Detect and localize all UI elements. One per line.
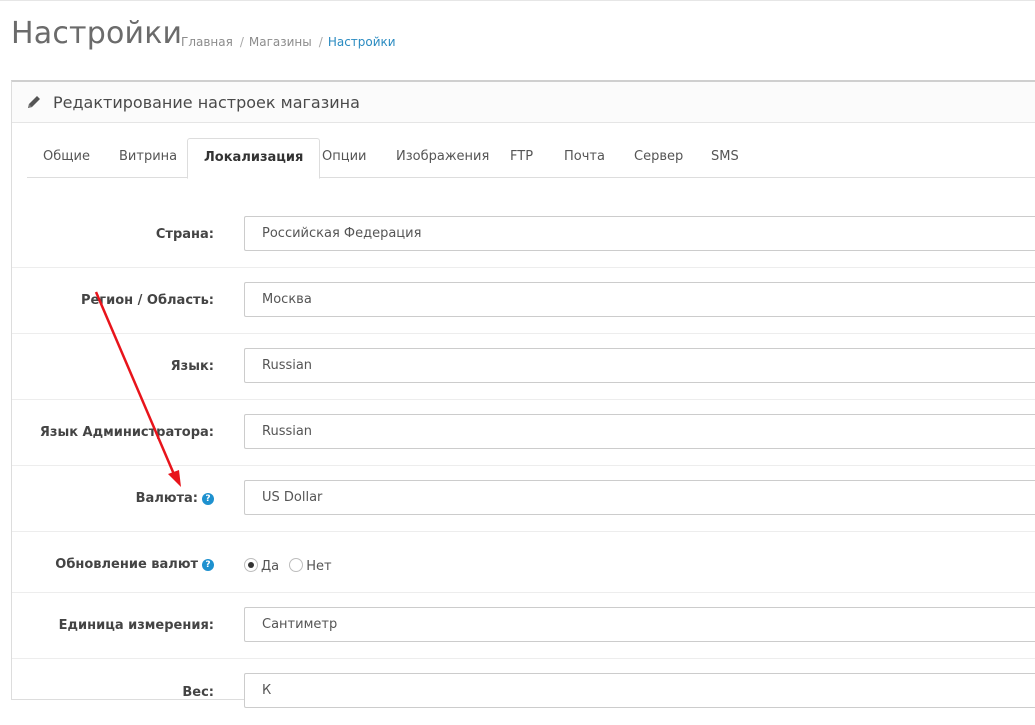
radio-yes[interactable] [244, 558, 258, 572]
page-title: Настройки [11, 16, 183, 51]
currency-update-radio-group: Да Нет [244, 558, 338, 574]
radio-yes-label[interactable]: Да [261, 559, 279, 574]
radio-no[interactable] [289, 558, 304, 572]
form-row-weight: Вес: К [12, 659, 1035, 725]
tab-localization[interactable]: Локализация [187, 138, 321, 179]
breadcrumb: Главная / Магазины / Настройки [181, 35, 398, 49]
form-row-country: Страна: Российская Федерация [12, 202, 1035, 268]
tab-ftp[interactable]: FTP [494, 138, 549, 178]
currency-update-label: Обновление валют? [55, 557, 214, 572]
settings-tabs: Общие Витрина Локализация Опции Изображе… [27, 138, 1035, 179]
country-select[interactable]: Российская Федерация [244, 216, 1035, 251]
currency-label-text: Валюта: [135, 491, 198, 506]
tab-mail[interactable]: Почта [548, 138, 621, 178]
form-row-currency: Валюта:? US Dollar [12, 466, 1035, 532]
breadcrumb-stores[interactable]: Магазины [249, 35, 312, 49]
form-row-admin-language: Язык Администратора: Russian [12, 400, 1035, 466]
tab-storefront[interactable]: Витрина [103, 138, 193, 178]
breadcrumb-settings[interactable]: Настройки [328, 35, 396, 49]
region-select[interactable]: Москва [244, 282, 1035, 317]
tab-server[interactable]: Сервер [618, 138, 699, 178]
language-label: Язык: [170, 359, 214, 374]
panel-heading: Редактирование настроек магазина [12, 82, 1035, 123]
radio-no-label[interactable]: Нет [306, 559, 331, 574]
admin-language-label: Язык Администратора: [39, 425, 214, 440]
tab-general[interactable]: Общие [27, 138, 106, 178]
currency-update-label-text: Обновление валют [55, 557, 198, 572]
breadcrumb-separator: / [318, 35, 323, 49]
help-icon[interactable]: ? [202, 493, 214, 505]
pencil-icon [28, 96, 40, 108]
length-unit-label: Единица измерения: [58, 618, 214, 633]
panel-title: Редактирование настроек магазина [53, 93, 360, 112]
form-row-currency-update: Обновление валют? Да Нет [12, 532, 1035, 593]
weight-select[interactable]: К [244, 673, 1035, 708]
weight-label: Вес: [182, 685, 214, 700]
form-row-length-unit: Единица измерения: Сантиметр [12, 593, 1035, 659]
tab-options[interactable]: Опции [306, 138, 382, 178]
length-unit-select[interactable]: Сантиметр [244, 607, 1035, 642]
currency-label: Валюта:? [136, 491, 214, 506]
settings-panel: Редактирование настроек магазина Общие В… [11, 80, 1035, 708]
top-border [0, 0, 1035, 1]
form-row-region: Регион / Область: Москва [12, 268, 1035, 334]
form-row-language: Язык: Russian [12, 334, 1035, 400]
admin-language-select[interactable]: Russian [244, 414, 1035, 449]
country-label: Страна: [155, 227, 214, 242]
help-icon[interactable]: ? [202, 559, 214, 571]
tab-sms[interactable]: SMS [695, 138, 755, 178]
region-label: Регион / Область: [80, 293, 214, 308]
currency-select[interactable]: US Dollar [244, 480, 1035, 515]
language-select[interactable]: Russian [244, 348, 1035, 383]
breadcrumb-home[interactable]: Главная [181, 35, 233, 49]
breadcrumb-separator: / [239, 35, 244, 49]
tab-images[interactable]: Изображения [380, 138, 505, 178]
